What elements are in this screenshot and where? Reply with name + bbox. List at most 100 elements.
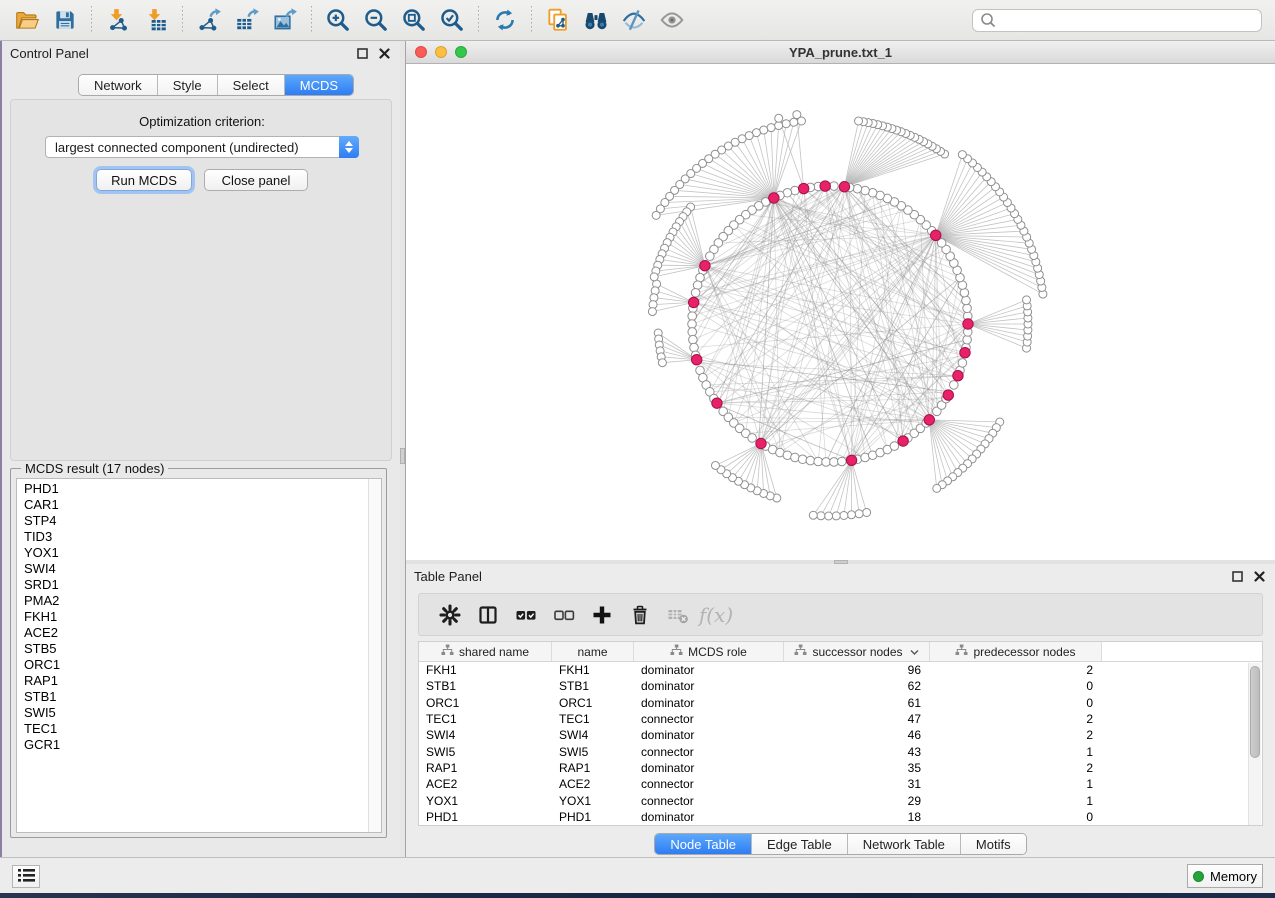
mcds-result-item[interactable]: PHD1 bbox=[17, 481, 381, 497]
mcds-hub-node[interactable] bbox=[943, 390, 953, 400]
mcds-hub-node[interactable] bbox=[798, 183, 808, 193]
scrollbar-thumb[interactable] bbox=[1250, 666, 1260, 758]
zoom-out-icon[interactable] bbox=[357, 4, 395, 36]
network-graph[interactable] bbox=[406, 64, 1275, 560]
ring-node[interactable] bbox=[861, 186, 870, 195]
leaf-node[interactable] bbox=[933, 484, 941, 492]
ring-node[interactable] bbox=[890, 442, 899, 451]
save-session-icon[interactable] bbox=[46, 4, 84, 36]
mcds-result-item[interactable]: PMA2 bbox=[17, 593, 381, 609]
tab-motifs[interactable]: Motifs bbox=[960, 834, 1026, 854]
ring-node[interactable] bbox=[748, 434, 757, 443]
mcds-result-item[interactable]: SWI5 bbox=[17, 705, 381, 721]
table-row[interactable]: ORC1ORC1dominator610 bbox=[419, 695, 1262, 711]
leaf-node[interactable] bbox=[958, 151, 966, 159]
ring-node[interactable] bbox=[688, 328, 697, 337]
leaf-node[interactable] bbox=[855, 117, 863, 125]
ring-node[interactable] bbox=[798, 455, 807, 464]
mcds-result-item[interactable]: SWI4 bbox=[17, 561, 381, 577]
leaf-node[interactable] bbox=[817, 512, 825, 520]
leaf-node[interactable] bbox=[793, 111, 801, 119]
leaf-node[interactable] bbox=[650, 273, 658, 281]
network-window-titlebar[interactable]: YPA_prune.txt_1 bbox=[406, 41, 1275, 64]
ring-node[interactable] bbox=[806, 456, 815, 465]
ring-node[interactable] bbox=[689, 335, 698, 344]
zoom-fit-icon[interactable] bbox=[395, 4, 433, 36]
ring-node[interactable] bbox=[690, 343, 699, 352]
leaf-node[interactable] bbox=[775, 114, 783, 122]
table-row[interactable]: PHD1PHD1dominator180 bbox=[419, 809, 1262, 825]
leaf-node[interactable] bbox=[840, 511, 848, 519]
export-network-icon[interactable] bbox=[190, 4, 228, 36]
mcds-hub-node[interactable] bbox=[960, 347, 970, 357]
float-panel-icon[interactable] bbox=[1229, 568, 1245, 584]
show-graphics-details-icon[interactable] bbox=[653, 4, 691, 36]
table-row[interactable]: SWI4SWI4dominator462 bbox=[419, 727, 1262, 743]
mcds-hub-node[interactable] bbox=[963, 319, 973, 329]
splitter-grip[interactable] bbox=[400, 448, 405, 464]
table-row[interactable]: ACE2ACE2connector311 bbox=[419, 776, 1262, 792]
mcds-hub-node[interactable] bbox=[931, 230, 941, 240]
ring-node[interactable] bbox=[830, 182, 839, 191]
mcds-hub-node[interactable] bbox=[898, 436, 908, 446]
mcds-result-item[interactable]: SRD1 bbox=[17, 577, 381, 593]
mcds-hub-node[interactable] bbox=[688, 297, 698, 307]
close-panel-icon[interactable] bbox=[1251, 568, 1267, 584]
zoom-in-icon[interactable] bbox=[319, 4, 357, 36]
mcds-hub-node[interactable] bbox=[692, 355, 702, 365]
tab-network-table[interactable]: Network Table bbox=[847, 834, 960, 854]
ring-node[interactable] bbox=[822, 458, 831, 467]
column-header-name[interactable]: name bbox=[552, 642, 634, 661]
leaf-node[interactable] bbox=[652, 211, 660, 219]
leaf-node[interactable] bbox=[790, 118, 798, 126]
table-scrollbar[interactable] bbox=[1248, 663, 1261, 826]
ring-node[interactable] bbox=[853, 184, 862, 193]
tab-select[interactable]: Select bbox=[217, 75, 284, 95]
tab-mcds[interactable]: MCDS bbox=[284, 75, 353, 95]
table-row[interactable]: STB1STB1dominator620 bbox=[419, 678, 1262, 694]
delete-column-icon[interactable] bbox=[621, 597, 659, 633]
column-visibility-icon[interactable] bbox=[469, 597, 507, 633]
mcds-hub-node[interactable] bbox=[820, 181, 830, 191]
leaf-node[interactable] bbox=[711, 461, 719, 469]
export-image-icon[interactable] bbox=[266, 4, 304, 36]
leaf-node[interactable] bbox=[760, 126, 768, 134]
table-row[interactable]: FKH1FKH1dominator962 bbox=[419, 662, 1262, 678]
tab-network[interactable]: Network bbox=[79, 75, 157, 95]
mcds-result-item[interactable]: ORC1 bbox=[17, 657, 381, 673]
optimization-criterion-select[interactable]: largest connected component (undirected) bbox=[45, 136, 359, 158]
refresh-view-icon[interactable] bbox=[486, 4, 524, 36]
mcds-result-item[interactable]: STP4 bbox=[17, 513, 381, 529]
new-network-from-selection-icon[interactable] bbox=[539, 4, 577, 36]
mcds-hub-node[interactable] bbox=[712, 398, 722, 408]
column-header-predecessor-nodes[interactable]: predecessor nodes bbox=[930, 642, 1102, 661]
mcds-hub-node[interactable] bbox=[839, 182, 849, 192]
settings-gear-icon[interactable] bbox=[431, 597, 469, 633]
ring-node[interactable] bbox=[958, 359, 967, 368]
ring-node[interactable] bbox=[963, 304, 972, 313]
column-header-successor-nodes[interactable]: successor nodes bbox=[784, 642, 930, 661]
ring-node[interactable] bbox=[691, 288, 700, 297]
mcds-hub-node[interactable] bbox=[846, 455, 856, 465]
deselect-all-icon[interactable] bbox=[545, 597, 583, 633]
import-network-icon[interactable] bbox=[99, 4, 137, 36]
tab-node-table[interactable]: Node Table bbox=[655, 834, 751, 854]
leaf-node[interactable] bbox=[782, 120, 790, 128]
mcds-result-item[interactable]: TID3 bbox=[17, 529, 381, 545]
ring-node[interactable] bbox=[706, 252, 715, 261]
ring-node[interactable] bbox=[791, 453, 800, 462]
leaf-node[interactable] bbox=[855, 510, 863, 518]
leaf-node[interactable] bbox=[658, 359, 666, 367]
run-mcds-button[interactable]: Run MCDS bbox=[96, 169, 192, 191]
mcds-hub-node[interactable] bbox=[953, 370, 963, 380]
task-history-button[interactable] bbox=[12, 865, 40, 888]
mcds-result-item[interactable]: GCR1 bbox=[17, 737, 381, 753]
ring-node[interactable] bbox=[962, 296, 971, 305]
zoom-selected-icon[interactable] bbox=[433, 4, 471, 36]
mcds-result-item[interactable]: CAR1 bbox=[17, 497, 381, 513]
mcds-hub-node[interactable] bbox=[700, 260, 710, 270]
tab-edge-table[interactable]: Edge Table bbox=[751, 834, 847, 854]
add-column-icon[interactable] bbox=[583, 597, 621, 633]
table-row[interactable]: TEC1TEC1connector472 bbox=[419, 711, 1262, 727]
mcds-result-item[interactable]: TEC1 bbox=[17, 721, 381, 737]
